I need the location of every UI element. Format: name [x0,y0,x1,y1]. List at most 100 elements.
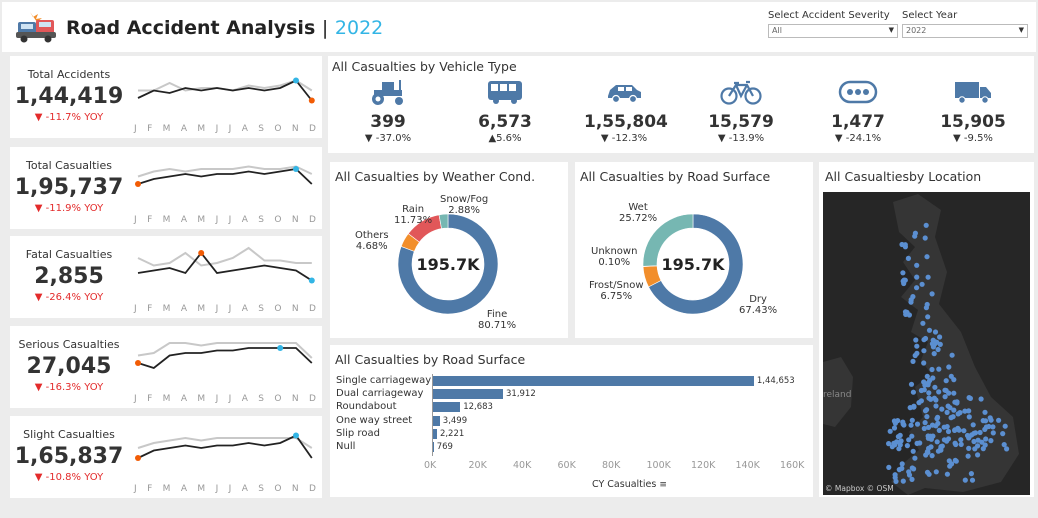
bar[interactable] [432,389,503,400]
map-point [929,366,935,373]
kpi-sparkline[interactable] [134,60,316,116]
bar-value-label: 31,912 [506,389,536,400]
kpi-value: 2,855 [34,264,104,289]
weather-label-fine: Fine 80.71% [478,309,516,331]
map-point [946,390,952,396]
title-text: Road Accident Analysis [66,17,316,39]
map-point [939,406,945,412]
title-separator: | [321,17,329,39]
kpi-value: 1,65,837 [14,444,124,469]
map-point [910,389,916,395]
year-select-value: 2022 [906,26,927,35]
month-tick: M [197,124,206,134]
vehicle-change: ▼ -37.0% [364,133,412,144]
map-point [926,327,933,333]
surface-panel: All Casualties by Road Surface 195.7K We… [575,162,813,338]
month-tick: J [215,304,219,314]
kpi-yoy: ▼ -26.4% YOY [34,292,104,303]
map-point [928,436,934,442]
surface-label-unknown: Unknown 0.10% [591,246,637,268]
month-tick: N [291,484,299,494]
month-tick: M [197,484,206,494]
severity-select-value: All [772,26,782,35]
vehicle-change: ▼ -24.1% [834,133,882,144]
kpi-sparkline[interactable] [134,330,316,386]
month-tick: J [215,124,219,134]
sparkline-marker [135,360,141,366]
month-tick: J [215,394,219,404]
vehicle-type-item[interactable]: 6,573 ▲5.6% [465,78,545,144]
vehicle-type-item[interactable]: 1,477 ▼ -24.1% [818,78,898,144]
kpi-yoy: ▼ -16.3% YOY [34,382,104,393]
kpi-sparkline[interactable] [134,151,316,207]
vehicle-type-item[interactable]: 1,55,804 ▼ -12.3% [584,78,668,144]
month-tick: J [215,484,219,494]
snow-name: Snow/Fog [440,194,489,205]
map-point [899,461,905,467]
vehicle-type-item[interactable]: 15,579 ▼ -13.9% [701,78,781,144]
weather-label-rain: Rain 11.73% [394,204,432,226]
map-point [944,471,950,477]
sparkline-previous-year [137,246,312,267]
casualties-map[interactable]: reland © Mapbox © OSM [823,192,1030,495]
unknown-name: Unknown [591,246,638,257]
month-tick: J [215,215,219,225]
bicycle-icon [701,78,781,106]
bar-value-label: 769 [436,442,453,452]
month-tick: A [241,124,248,134]
surface-title: All Casualties by Road Surface [580,169,771,184]
map-point [897,432,903,438]
weather-label-others: Others 4.68% [355,230,389,252]
bar-category-label: One way street [336,414,413,426]
bar-axis-line [432,374,433,456]
map-point [914,285,920,291]
month-tick: J [134,124,137,134]
vehicle-type-item[interactable]: 399 ▼ -37.0% [348,78,428,144]
map-point [943,378,949,384]
sort-icon[interactable]: ≡ [659,480,667,490]
bar[interactable] [432,402,461,413]
map-point [934,439,940,445]
month-tick: M [197,215,206,225]
month-tick: J [134,484,137,494]
map-point [936,366,942,372]
sparkline-current-year [137,168,313,185]
kpi-card: Fatal Casualties 2,855 ▼ -26.4% YOY JFMA… [10,236,322,318]
x-axis-tick: 100K [646,460,671,471]
map-point [987,415,993,421]
map-point [945,428,952,435]
sparkline-marker [293,77,299,84]
kpi-sparkline[interactable] [134,420,316,476]
map-point [929,291,935,297]
map-point [914,343,920,349]
sparkline-marker [135,455,141,461]
map-point [923,305,929,311]
map-point [988,438,994,444]
map-point [886,464,892,470]
map-point [937,341,943,347]
bar[interactable] [432,415,440,426]
severity-select[interactable]: All ▼ [768,24,898,38]
map-point [1002,423,1008,429]
bar[interactable] [432,376,754,386]
vehicle-type-item[interactable]: 15,905 ▼ -9.5% [933,78,1013,144]
map-point [947,405,953,411]
sparkline-marker [308,97,315,104]
vehicle-type-title: All Casualties by Vehicle Type [332,59,517,74]
map-point [968,471,974,477]
map-point [926,471,932,477]
map-point [906,437,912,443]
month-tick: S [258,215,264,225]
map-point [914,421,921,427]
fine-pct: 80.71% [478,320,517,331]
map-point [933,423,939,429]
year-select[interactable]: 2022 ▼ [902,24,1028,38]
map-point [910,358,916,364]
bar-category-label: Dual carriageway [336,388,424,400]
kpi-card: Total Accidents 1,44,419 ▼ -11.7% YOY JF… [10,56,322,138]
bar-category-label: Slip road [336,427,380,439]
kpi-sparkline[interactable] [134,240,316,296]
map-point [904,309,910,315]
dry-name: Dry [749,294,767,305]
map-point [970,422,976,428]
